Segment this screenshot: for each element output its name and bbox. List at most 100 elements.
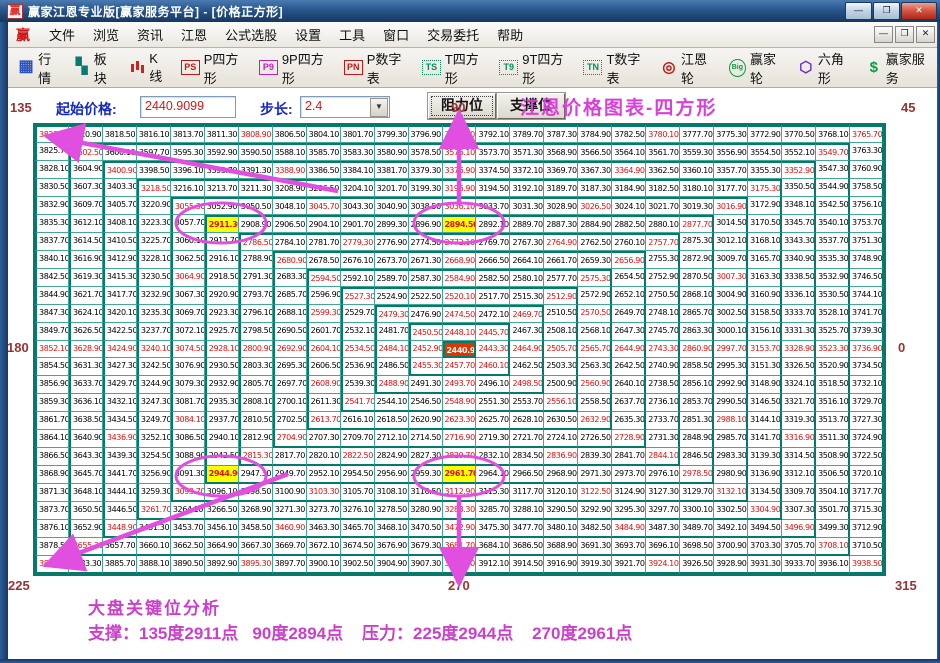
grid-cell: 3026.50 — [578, 197, 612, 215]
grid-cell: 3115.30 — [476, 484, 510, 502]
grid-cell: 3014.50 — [714, 215, 748, 233]
grid-cell: 3069.70 — [171, 305, 205, 323]
grid-cell: 2448.10 — [443, 323, 477, 341]
toolbar-item-P四方形[interactable]: PSP四方形 — [179, 47, 250, 89]
mdi-close-icon[interactable]: ✕ — [916, 26, 935, 43]
menu-item-资讯[interactable]: 资讯 — [128, 25, 172, 46]
grid-cell: 3460.90 — [273, 520, 307, 538]
toolbar-item-K线[interactable]: K线 — [127, 49, 172, 87]
grid-cell: 2983.30 — [714, 448, 748, 466]
grid-cell: 3609.70 — [69, 197, 103, 215]
toolbar-item-六角形[interactable]: ⬡六角形 — [796, 47, 857, 89]
grid-cell: 3290.50 — [544, 502, 578, 520]
grid-cell: 2901.70 — [341, 215, 375, 233]
menu-item-帮助[interactable]: 帮助 — [488, 25, 532, 46]
grid-cell: 2870.50 — [680, 269, 714, 287]
grid-cell: 2784.10 — [273, 233, 307, 251]
toolbar-item-T四方形[interactable]: TST四方形 — [420, 47, 490, 89]
grid-cell: 3134.50 — [748, 484, 782, 502]
grid-cell: 2887.30 — [544, 215, 578, 233]
grid-cell: 2599.30 — [307, 305, 341, 323]
grid-cell: 3763.30 — [850, 143, 884, 161]
toolbar-item-行情[interactable]: ▦行情 — [16, 47, 65, 89]
grid-cell: 2582.50 — [476, 269, 510, 287]
grid-cell: 3285.70 — [476, 502, 510, 520]
grid-cell: 3348.10 — [782, 197, 816, 215]
menu-item-交易委托[interactable]: 交易委托 — [418, 25, 488, 46]
maximize-icon[interactable]: ❐ — [873, 2, 900, 20]
grid-cell: 2815.30 — [239, 448, 273, 466]
grid-cell: 3530.50 — [816, 287, 850, 305]
grid-cell: 3559.30 — [680, 143, 714, 161]
grid-cell: 3789.70 — [510, 125, 544, 143]
grid-cell: 3914.50 — [510, 556, 544, 574]
grid-cell: 3278.50 — [375, 502, 409, 520]
menu-item-江恩[interactable]: 江恩 — [172, 25, 216, 46]
grid-cell: 3016.90 — [714, 197, 748, 215]
menu-item-文件[interactable]: 文件 — [40, 25, 84, 46]
start-price-input[interactable]: 2440.9099 — [140, 96, 236, 118]
grid-cell: 3256.90 — [137, 466, 171, 484]
grid-cell: 3835.30 — [35, 215, 69, 233]
step-dropdown[interactable]: 2.4 ▼ — [300, 96, 390, 118]
grid-cell: 3129.70 — [680, 484, 714, 502]
grid-cell: 3691.30 — [578, 538, 612, 556]
chevron-down-icon[interactable]: ▼ — [370, 98, 388, 117]
grid-cell: 3765.70 — [850, 125, 884, 143]
grid-cell: 2587.30 — [409, 269, 443, 287]
grid-cell: 2997.70 — [714, 341, 748, 359]
toolbar-item-P数字表[interactable]: PNP数字表 — [342, 47, 413, 89]
grid-cell: 2704.90 — [273, 430, 307, 448]
grid-cell: 3736.90 — [850, 341, 884, 359]
grid-cell: 3432.10 — [103, 394, 137, 412]
grid-cell: 2440.90 — [443, 341, 477, 359]
menu-item-工具[interactable]: 工具 — [330, 25, 374, 46]
grid-cell: 3816.10 — [137, 125, 171, 143]
grid-cell: 2800.90 — [239, 341, 273, 359]
toolbar-item-江恩轮[interactable]: ◎江恩轮 — [659, 47, 720, 89]
grid-cell: 3698.50 — [680, 538, 714, 556]
close-icon[interactable]: ✕ — [901, 2, 937, 20]
grid-cell: 2968.90 — [544, 466, 578, 484]
grid-cell: 2940.10 — [205, 430, 239, 448]
grid-cell: 3664.90 — [205, 538, 239, 556]
grid-cell: 3021.70 — [646, 197, 680, 215]
menu-item-设置[interactable]: 设置 — [286, 25, 330, 46]
grid-cell: 2872.90 — [680, 251, 714, 269]
angle-label-90: 90 — [451, 100, 465, 115]
grid-cell: 2517.70 — [476, 287, 510, 305]
toolbar-item-板块[interactable]: ▚板块 — [72, 47, 121, 89]
grid-cell: 3448.90 — [103, 520, 137, 538]
menu-item-窗口[interactable]: 窗口 — [374, 25, 418, 46]
minimize-icon[interactable]: — — [845, 2, 872, 20]
toolbar-item-赢家轮[interactable]: Big赢家轮 — [727, 47, 789, 89]
grid-cell: 3206.50 — [307, 179, 341, 197]
grid-cell: 2474.50 — [443, 305, 477, 323]
toolbar-item-T数字表[interactable]: TNT数字表 — [581, 47, 651, 89]
grid-cell: 2450.50 — [409, 323, 443, 341]
grid-cell: 3288.10 — [510, 502, 544, 520]
grid-cell: 3794.50 — [443, 125, 477, 143]
grid-cell: 3652.90 — [69, 520, 103, 538]
grid-cell: 3640.90 — [69, 430, 103, 448]
mdi-minimize-icon[interactable]: — — [874, 26, 893, 43]
grid-cell: 3938.50 — [850, 556, 884, 574]
grid-cell: 2680.90 — [273, 251, 307, 269]
toolbar-item-9T四方形[interactable]: T99T四方形 — [497, 47, 574, 89]
grid-cell: 3753.70 — [850, 215, 884, 233]
toolbar-item-9P四方形[interactable]: P99P四方形 — [257, 47, 335, 89]
grid-cell: 3676.90 — [375, 538, 409, 556]
menu-item-浏览[interactable]: 浏览 — [84, 25, 128, 46]
grid-cell: 3717.70 — [850, 484, 884, 502]
toolbar-item-赢家服务[interactable]: $赢家服务 — [864, 47, 937, 89]
grid-cell: 2839.30 — [578, 448, 612, 466]
grid-cell: 3024.10 — [612, 197, 646, 215]
grid-cell: 3177.70 — [714, 179, 748, 197]
grid-cell: 3247.30 — [137, 394, 171, 412]
grid-cell: 3624.10 — [69, 305, 103, 323]
grid-cell: 2916.10 — [205, 251, 239, 269]
mdi-restore-icon[interactable]: ❐ — [895, 26, 914, 43]
grid-cell: 3520.90 — [816, 358, 850, 376]
grid-cell: 3616.90 — [69, 251, 103, 269]
menu-item-公式选股[interactable]: 公式选股 — [216, 25, 286, 46]
